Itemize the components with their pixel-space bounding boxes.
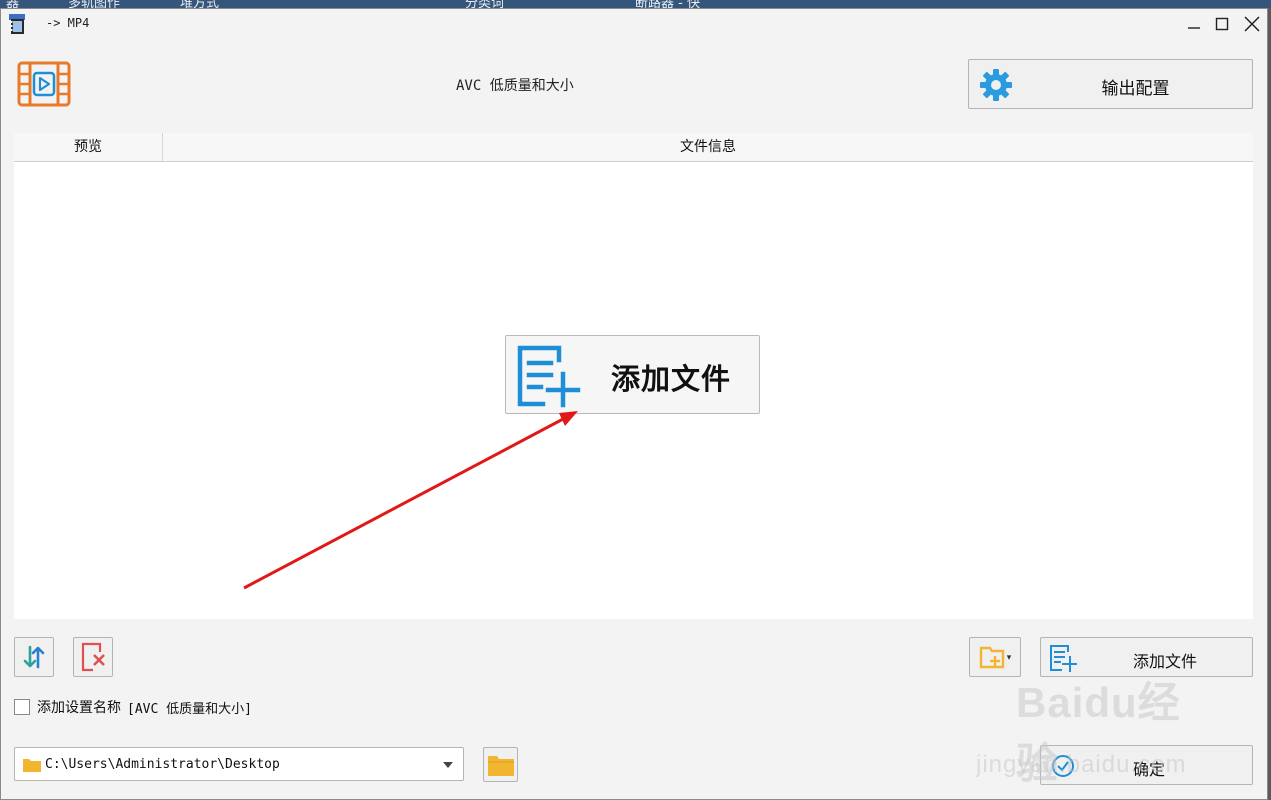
chevron-down-icon: ▾	[1006, 651, 1012, 662]
delete-file-icon	[81, 642, 105, 672]
app-icon	[9, 14, 25, 34]
preset-title: AVC 低质量和大小	[456, 78, 574, 94]
column-header-preview[interactable]: 预览	[14, 133, 163, 161]
add-file-big-label: 添加文件	[611, 362, 732, 396]
add-preset-name-label[interactable]: 添加设置名称	[37, 697, 121, 717]
add-folder-button[interactable]: ▾	[969, 637, 1021, 677]
video-film-logo-icon	[17, 61, 71, 107]
title-bar: -> MP4	[1, 9, 1267, 39]
output-config-button[interactable]: 输出配置	[968, 59, 1253, 109]
sort-button[interactable]	[14, 637, 54, 677]
column-header-file-info[interactable]: 文件信息	[163, 133, 1253, 161]
add-file-big-button[interactable]: 添加文件	[505, 335, 760, 414]
bg-fragment: 多轨图作	[68, 0, 121, 8]
folder-icon	[487, 755, 514, 776]
add-preset-name-checkbox[interactable]	[14, 699, 30, 715]
close-icon	[1244, 16, 1260, 32]
bg-fragment: 断路器 - 快	[635, 0, 700, 8]
bg-fragment: 分类词	[465, 0, 505, 8]
chevron-down-icon[interactable]	[443, 762, 453, 768]
close-button[interactable]	[1237, 11, 1267, 37]
clear-list-button[interactable]	[73, 637, 113, 677]
add-preset-name-value: [AVC 低质量和大小]	[127, 701, 252, 717]
bg-fragment: 堆方式	[180, 0, 220, 8]
maximize-button[interactable]	[1207, 11, 1237, 37]
add-folder-icon	[979, 646, 1004, 669]
file-list[interactable]: 预览 文件信息 添加文件	[14, 133, 1253, 619]
output-path-select[interactable]: C:\Users\Administrator\Desktop	[14, 747, 464, 781]
maximize-icon	[1215, 17, 1229, 31]
converter-dialog: -> MP4 AVC 低质量和大小 输出配置 预览 文件信息 添加文件 ▾ 添加…	[0, 8, 1268, 800]
add-files-button[interactable]: 添加文件	[1040, 637, 1253, 677]
window-title: -> MP4	[46, 16, 90, 30]
minimize-icon	[1188, 27, 1200, 29]
ok-label: 确定	[1133, 760, 1166, 779]
add-files-label: 添加文件	[1133, 652, 1198, 671]
browse-folder-button[interactable]	[483, 747, 518, 782]
check-circle-icon	[1052, 755, 1074, 777]
background-window-strip: 器 多轨图作 堆方式 分类词 断路器 - 快	[0, 0, 1271, 8]
add-preset-name-row: 添加设置名称 [AVC 低质量和大小]	[14, 697, 252, 717]
minimize-button[interactable]	[1179, 11, 1209, 37]
ok-button[interactable]: 确定	[1040, 745, 1253, 785]
add-file-icon	[1050, 645, 1077, 672]
sort-arrows-icon	[23, 645, 45, 669]
bg-fragment: 器	[6, 0, 20, 8]
output-path-value: C:\Users\Administrator\Desktop	[45, 757, 280, 772]
file-list-header: 预览 文件信息	[14, 133, 1253, 162]
output-config-label: 输出配置	[1101, 79, 1170, 99]
add-file-icon	[517, 345, 581, 408]
folder-icon	[23, 759, 41, 772]
